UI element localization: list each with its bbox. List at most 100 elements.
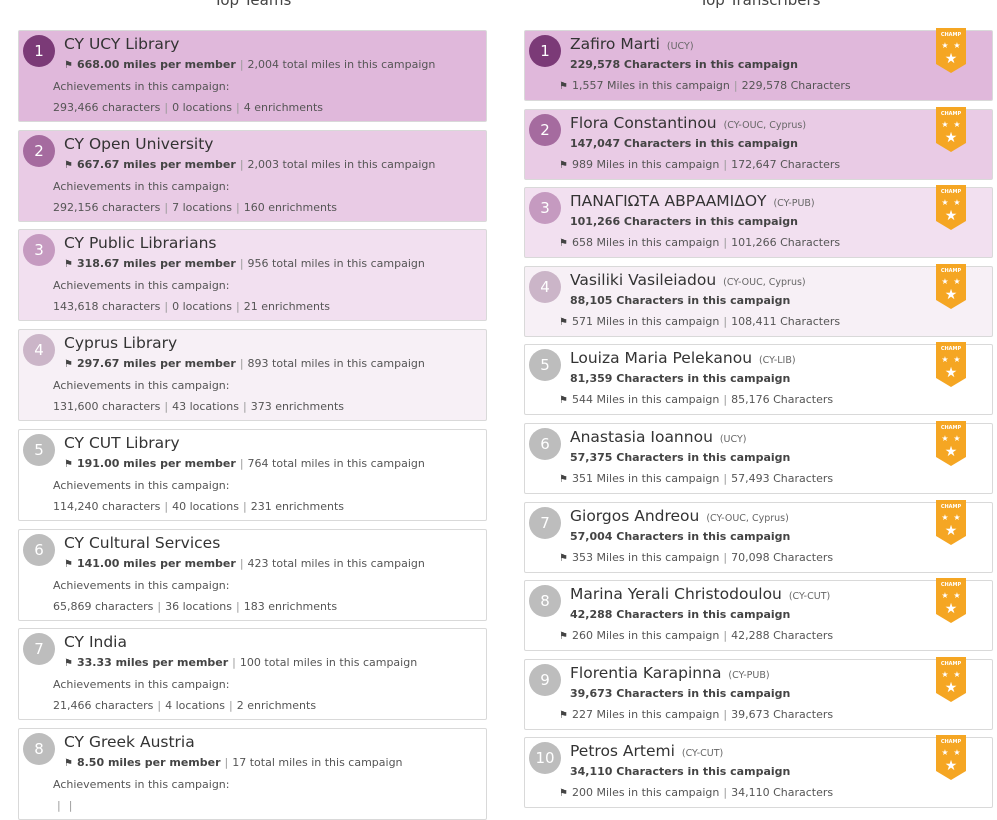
transcriber-name-line: Louiza Maria Pelekanou (CY-LIB) [570, 349, 796, 367]
team-name[interactable]: CY Open University [64, 135, 213, 153]
flag-icon: ⚑ [559, 81, 568, 92]
transcriber-card[interactable]: 2 Flora Constantinou (CY-OUC, Cyprus) 147,… [524, 106, 993, 180]
transcriber-name[interactable]: Zafiro Marti [570, 35, 660, 53]
enrichments-count: 373 enrichments [250, 400, 345, 414]
top-transcribers-heading: Top Transcribers [699, 0, 821, 9]
transcriber-miles-line: ⚑ 658 Miles in this campaign | 101,266 Char… [559, 236, 840, 249]
transcriber-card[interactable]: 6 Anastasia Ioannou (UCY) 57,375 Character… [524, 421, 993, 494]
total-characters: 39,673 Characters [731, 707, 834, 721]
top-teams-heading: Top Teams [213, 0, 292, 9]
enrichments-count: 21 enrichments [243, 300, 331, 314]
campaign-characters: 88,105 Characters in this campaign [570, 293, 791, 307]
team-card[interactable]: 5 CY CUT Library ⚑ 191.00 miles per member |… [18, 428, 487, 521]
flag-icon: ⚑ [559, 631, 568, 643]
total-miles: 2,004 total miles in this campaign [247, 58, 436, 71]
flag-icon: ⚑ [64, 757, 73, 769]
separator: | [229, 699, 233, 713]
svg-text:★: ★ [953, 198, 960, 207]
miles-per-member: 668.00 miles per member [76, 58, 236, 71]
team-card[interactable]: 7 CY India ⚑ 33.33 miles per member | 100 tot… [18, 628, 487, 721]
team-achievements: 114,240 characters | 40 locations | 231 enri… [53, 500, 344, 513]
svg-text:★: ★ [945, 208, 958, 224]
transcriber-card[interactable]: 9 Florentia Karapinna (CY-PUB) 39,673 Char… [524, 656, 993, 730]
transcriber-name[interactable]: Florentia Karapinna [570, 664, 721, 682]
separator: | [164, 101, 169, 114]
transcriber-team: (CY-CUT) [788, 591, 831, 603]
transcriber-name[interactable]: Anastasia Ioannou [570, 428, 713, 446]
team-name[interactable]: CY CUT Library [64, 434, 180, 452]
transcriber-name[interactable]: Vasiliki Vasileiadou [570, 271, 716, 289]
total-characters: 172,647 Characters [731, 157, 841, 171]
svg-text:★: ★ [941, 41, 948, 50]
miles-count: 544 Miles in this campaign [571, 393, 720, 407]
team-name[interactable]: CY UCY Library [64, 35, 179, 53]
transcriber-name[interactable]: Marina Yerali Christodoulou [570, 585, 782, 603]
transcriber-card[interactable]: 4 Vasiliki Vasileiadou (CY-OUC, Cyprus) 88… [524, 263, 993, 337]
team-miles-line: ⚑ 191.00 miles per member | 764 total miles… [64, 457, 425, 470]
locations-count: 4 locations [165, 699, 225, 713]
team-achievements: 143,618 characters | 0 locations | 21 enrich… [53, 300, 330, 313]
separator: | [235, 101, 240, 114]
flag-icon: ⚑ [559, 788, 568, 800]
transcriber-miles-line: ⚑ 227 Miles in this campaign | 39,673 Chara… [559, 708, 833, 721]
transcriber-name[interactable]: Louiza Maria Pelekanou [570, 349, 752, 367]
champ-badge-icon: CHAMP ★ ★ ★ [935, 263, 967, 309]
team-achievements: 293,466 characters | 0 locations | 4 enrichm… [53, 101, 323, 114]
transcriber-card[interactable]: 7 Giorgos Andreou (CY-OUC, Cyprus) 57,004 … [524, 499, 993, 573]
miles-per-member: 667.67 miles per member [76, 157, 236, 171]
svg-text:CHAMP: CHAMP [941, 661, 962, 667]
transcriber-name[interactable]: ΠΑΝΑΓΙΩΤΑ ΑΒΡΑΑΜΙΔΟΥ [570, 192, 767, 210]
rank-badge: 5 [23, 433, 55, 466]
locations-count: 40 locations [172, 499, 239, 513]
transcriber-card[interactable]: 5 Louiza Maria Pelekanou (CY-LIB) 81,359 C… [524, 342, 993, 416]
team-name[interactable]: CY Cultural Services [64, 534, 220, 552]
transcriber-name[interactable]: Flora Constantinou [570, 114, 717, 132]
transcriber-name[interactable]: Petros Artemi [570, 742, 675, 760]
characters-count: 21,466 characters [53, 699, 154, 713]
transcriber-miles-line: ⚑ 200 Miles in this campaign | 34,110 Chara… [559, 786, 833, 799]
team-card[interactable]: 4 Cyprus Library ⚑ 297.67 miles per member |… [18, 329, 487, 422]
enrichments-count: 4 enrichments [243, 101, 324, 114]
transcriber-team: (UCY) [719, 434, 747, 445]
team-name[interactable]: CY India [64, 633, 127, 651]
total-characters: 57,493 Characters [731, 472, 834, 485]
separator: | [239, 157, 244, 171]
separator: | [232, 656, 236, 670]
achievements-label: Achievements in this campaign: [53, 80, 230, 93]
miles-per-member: 141.00 miles per member [76, 556, 236, 570]
team-card[interactable]: 8 CY Greek Austria ⚑ 8.50 miles per member |… [18, 727, 487, 820]
team-card[interactable]: 6 CY Cultural Services ⚑ 141.00 miles per m… [18, 528, 487, 621]
total-characters: 34,110 Characters [731, 786, 834, 800]
rank-badge: 4 [529, 270, 561, 303]
separator: | [157, 599, 162, 613]
transcriber-name[interactable]: Giorgos Andreou [570, 507, 699, 525]
total-characters: 85,176 Characters [731, 393, 834, 407]
characters-count: 292,156 characters [53, 200, 161, 214]
team-name[interactable]: CY Greek Austria [64, 733, 195, 751]
rank-badge: 8 [23, 732, 55, 765]
locations-count: 0 locations [172, 300, 232, 314]
svg-text:★: ★ [941, 670, 948, 679]
flag-icon: ⚑ [559, 159, 568, 171]
team-card[interactable]: 2 CY Open University ⚑ 667.67 miles per mem… [18, 129, 487, 222]
campaign-characters: 81,359 Characters in this campaign [570, 372, 791, 386]
transcriber-card[interactable]: 1 Zafiro Marti (UCY) 229,578 Characters in… [524, 28, 993, 101]
transcriber-miles-line: ⚑ 571 Miles in this campaign | 108,411 Char… [559, 315, 840, 328]
transcriber-card[interactable]: 8 Marina Yerali Christodoulou (CY-CUT) 42,… [524, 578, 993, 652]
champ-badge-icon: CHAMP ★ ★ ★ [935, 735, 967, 781]
rank-badge: 10 [529, 742, 561, 775]
campaign-characters: 39,673 Characters in this campaign [570, 686, 791, 700]
team-card[interactable]: 1 CY UCY Library ⚑ 668.00 miles per member |… [18, 30, 487, 122]
team-name[interactable]: Cyprus Library [64, 334, 177, 352]
svg-text:CHAMP: CHAMP [941, 268, 962, 274]
separator: | [235, 300, 240, 314]
transcriber-team: (CY-PUB) [728, 669, 770, 681]
team-card[interactable]: 3 CY Public Librarians ⚑ 318.67 miles per m… [18, 229, 487, 322]
rank-badge: 1 [529, 35, 561, 67]
miles-per-member: 191.00 miles per member [76, 456, 236, 470]
rank-badge: 6 [529, 428, 561, 460]
transcriber-card[interactable]: 3 ΠΑΝΑΓΙΩΤΑ ΑΒΡΑΑΜΙΔΟΥ (CY-PUB) 101,266 Ch… [524, 185, 993, 259]
team-name[interactable]: CY Public Librarians [64, 234, 216, 252]
svg-text:★: ★ [941, 120, 948, 129]
transcriber-card[interactable]: 10 Petros Artemi (CY-CUT) 34,110 Character… [524, 735, 993, 809]
